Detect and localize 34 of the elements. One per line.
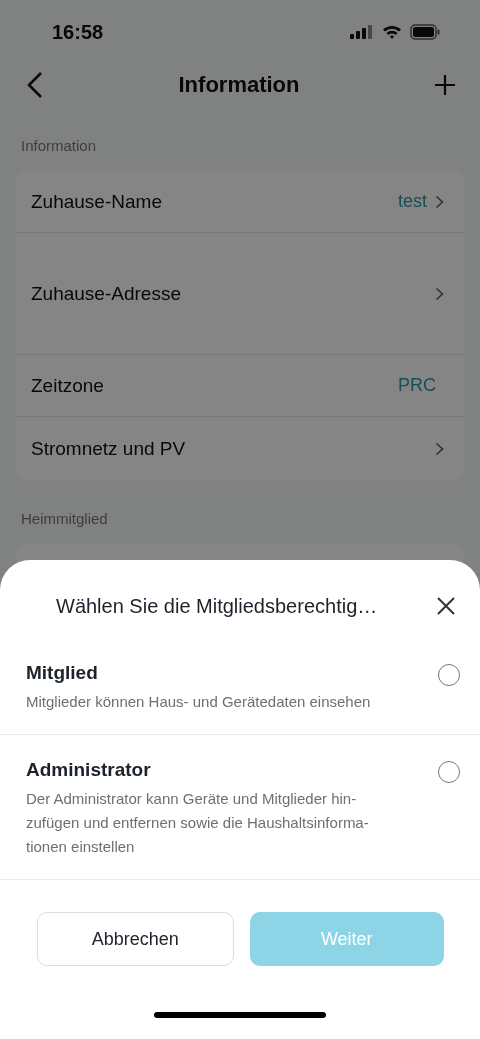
radio-button[interactable] xyxy=(438,761,460,783)
row-label: Zeitzone xyxy=(31,374,105,397)
section-label: Heimmitglied xyxy=(20,509,109,529)
row-label: Stromnetz und PV xyxy=(31,438,187,460)
settings-row[interactable]: Zuhause-Name test xyxy=(16,171,464,233)
option-title: Mitglied xyxy=(26,662,99,684)
battery-icon xyxy=(410,24,440,40)
close-button[interactable] xyxy=(436,596,456,616)
page-title: Information xyxy=(178,72,300,98)
sheet-title: Wählen Sie die Mitgliedsberechtig… xyxy=(56,594,379,618)
back-button[interactable] xyxy=(26,71,44,99)
back-icon xyxy=(26,71,44,99)
settings-row[interactable]: Zeitzone PRC xyxy=(16,355,464,417)
cancel-button[interactable]: Abbrechen xyxy=(37,912,234,966)
radio-button[interactable] xyxy=(438,664,460,686)
chevron-right-icon xyxy=(435,194,444,209)
settings-row[interactable]: Stromnetz und PV xyxy=(16,417,464,481)
row-value: PRC xyxy=(398,375,436,396)
option-title: Administrator xyxy=(26,759,152,781)
close-icon xyxy=(436,596,456,616)
option-description: Mitglieder können Haus- und Gerätedaten einsehen xyxy=(26,692,372,712)
wifi-icon xyxy=(382,24,402,40)
clock-time: 16:58 xyxy=(52,20,104,44)
option-description: Der Administrator kann Geräte und Mitglieder hin- zufügen und entfernen sowie die Haushaltsinforma- tionen einstellen xyxy=(26,789,370,857)
section-label: Information xyxy=(20,136,98,156)
plus-icon xyxy=(434,74,456,96)
settings-row[interactable]: Zuhause-Adresse xyxy=(16,233,464,355)
row-label: Zuhause-Adresse xyxy=(31,282,182,305)
add-button[interactable] xyxy=(434,74,456,96)
chevron-right-icon xyxy=(435,286,444,301)
row-label: Zuhause-Name xyxy=(31,190,163,213)
signal-icon xyxy=(350,24,374,40)
row-value: test xyxy=(398,191,427,212)
chevron-right-icon xyxy=(435,442,444,456)
